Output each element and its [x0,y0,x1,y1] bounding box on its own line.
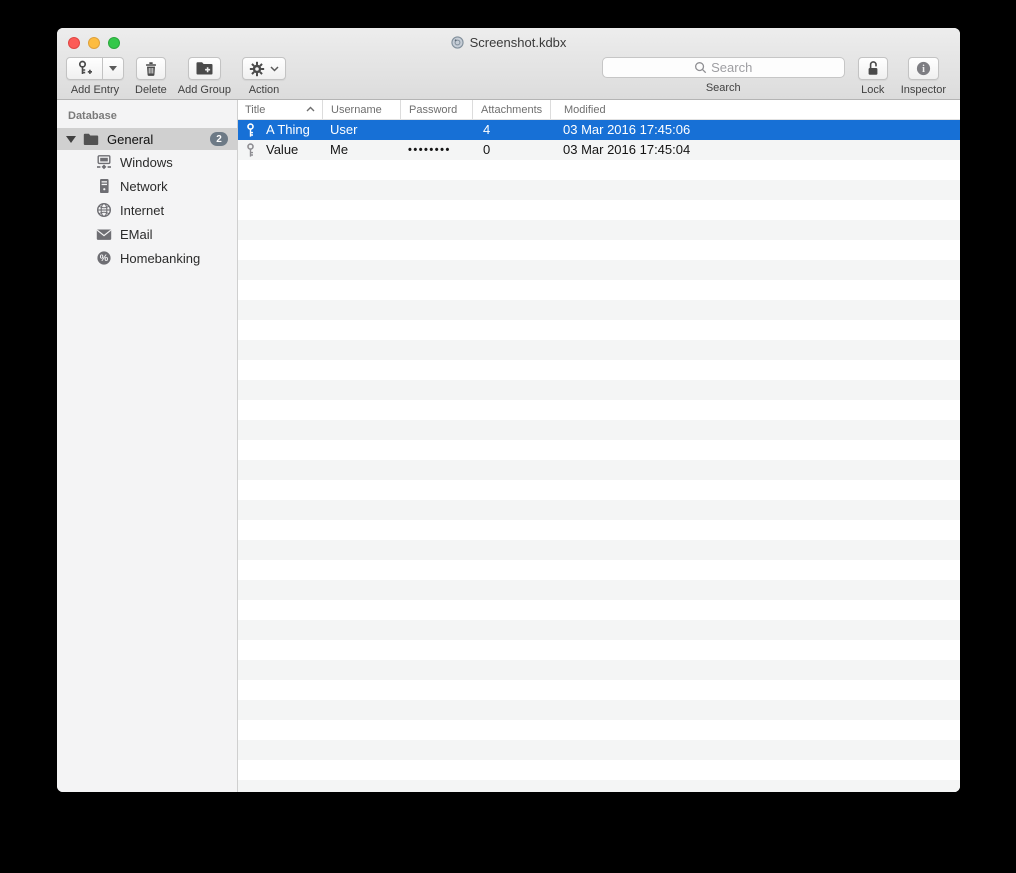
search-placeholder: Search [711,60,753,75]
entry-modified: 03 Mar 2016 17:45:04 [563,142,691,157]
search-icon [695,62,707,74]
lock-open-icon [868,61,878,75]
app-window: Screenshot.kdbx Add Entry Delete Add Gro… [57,28,960,792]
search-label: Search [705,82,741,94]
sidebar-section-database: Database [68,110,117,122]
sidebar-item-network[interactable]: Network [57,174,237,198]
sidebar-item-email[interactable]: EMail [57,222,237,246]
add-entry-group: Add Entry [66,57,124,96]
delete-button[interactable] [135,57,166,80]
table-row[interactable]: Value Me •••••••• 0 03 Mar 2016 17:45:04 [238,140,960,160]
action-group: Action [242,57,286,96]
sort-asc-icon [306,106,315,112]
chevron-down-icon [270,65,279,72]
percent-icon: % [97,251,111,265]
key-icon [247,122,254,137]
sidebar-item-label: Internet [120,202,165,218]
entry-title: A Thing [266,122,310,137]
sidebar-item-windows[interactable]: Windows [57,150,237,174]
entry-modified: 03 Mar 2016 17:45:06 [563,122,691,137]
folder-plus-icon [196,62,213,75]
search-group: Search Search [601,57,845,94]
svg-text:%: % [100,253,109,264]
entry-password: •••••••• [408,144,451,156]
entry-attachments: 0 [483,142,491,157]
entry-attachments: 4 [483,122,491,137]
entry-count-badge: 2 [210,132,228,146]
sidebar-item-label: EMail [120,226,153,242]
sidebar-item-general[interactable]: General 2 [57,128,237,150]
add-entry-label: Add Entry [70,84,120,96]
envelope-icon [96,229,112,240]
inspector-button[interactable]: i [907,57,939,80]
lock-label: Lock [861,84,885,96]
folder-icon [83,133,99,145]
sidebar-item-label: Network [120,178,168,194]
column-header-title[interactable]: Title [238,100,322,119]
action-label: Action [248,84,280,96]
toolbar-left-group: Add Entry Delete Add Group Action [66,57,286,96]
inspector-group: i Inspector [901,57,946,96]
lock-button[interactable] [857,57,888,80]
server-icon [100,179,109,193]
add-group-label: Add Group [177,84,231,96]
add-entry-button[interactable] [66,57,103,80]
column-header-password[interactable]: Password [400,100,472,119]
entry-username: Me [330,142,349,157]
search-input[interactable]: Search [601,57,845,78]
action-button[interactable] [242,57,286,80]
table-row[interactable]: A Thing User 4 03 Mar 2016 17:45:06 [238,120,960,140]
key-plus-icon [78,60,92,74]
caret-down-icon [109,66,117,71]
sidebar: Database General 2 Windows Network Inter… [57,100,238,792]
entry-password [400,120,472,140]
sidebar-item-internet[interactable]: Internet [57,198,237,222]
lock-group: Lock [857,57,888,96]
toolbar-right-group: Search Search Lock i Inspector [601,57,946,96]
entry-table: Title Username Password Attachments Modi… [238,100,960,792]
table-header: Title Username Password Attachments Modi… [238,100,960,120]
sidebar-item-label: Homebanking [120,250,201,266]
windows-icon [97,154,111,169]
inspector-label: Inspector [900,84,946,96]
sidebar-item-label: Windows [120,154,173,170]
window-title: Screenshot.kdbx [469,35,567,50]
gear-icon [249,61,265,76]
globe-icon [96,202,112,218]
add-group-button[interactable] [187,57,221,80]
entry-username: User [330,122,358,137]
info-icon: i [916,61,930,76]
add-group-group: Add Group [178,57,231,96]
window-title-bar: Screenshot.kdbx [57,35,960,50]
sidebar-item-homebanking[interactable]: % Homebanking [57,246,237,270]
entry-title: Value [266,142,299,157]
document-icon [450,36,464,49]
svg-text:i: i [922,64,925,75]
toolbar: Screenshot.kdbx Add Entry Delete Add Gro… [57,28,960,100]
sidebar-item-label: General [107,131,154,147]
trash-icon [145,61,156,76]
column-header-modified[interactable]: Modified [550,100,960,119]
delete-label: Delete [135,84,167,96]
add-entry-dropdown-button[interactable] [103,57,124,80]
key-icon [247,142,254,157]
table-rows-area: A Thing User 4 03 Mar 2016 17:45:06 Valu… [238,120,960,792]
disclosure-triangle-icon[interactable] [66,135,76,143]
content-area: Database General 2 Windows Network Inter… [57,100,960,792]
column-header-attachments[interactable]: Attachments [472,100,550,119]
delete-group: Delete [135,57,167,96]
column-header-username[interactable]: Username [322,100,400,119]
